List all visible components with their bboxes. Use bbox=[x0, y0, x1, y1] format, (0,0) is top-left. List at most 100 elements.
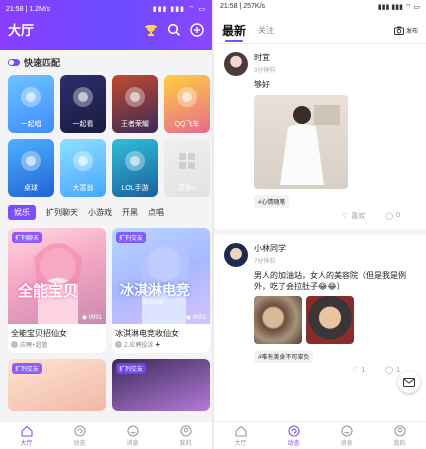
room-overlay-text: 全能宝贝 bbox=[18, 283, 79, 300]
nav-item[interactable]: 消息 bbox=[106, 422, 159, 449]
game-tile[interactable]: 一起看 bbox=[60, 75, 106, 133]
status-time: 21:58 bbox=[6, 6, 24, 13]
category-tab[interactable]: 点唱 bbox=[148, 207, 164, 218]
status-icons: ▮▮▮ ▮▮▮ ⌔ ▭ bbox=[377, 4, 420, 11]
bottom-nav: 大厅 动态 消息 我的 bbox=[0, 421, 212, 449]
status-speed: 1.2M/s bbox=[29, 6, 51, 13]
tab-latest[interactable]: 最新 bbox=[222, 22, 246, 42]
avatar[interactable] bbox=[224, 242, 248, 267]
game-label: QQ飞车 bbox=[174, 121, 200, 128]
add-icon[interactable] bbox=[189, 22, 205, 38]
post-author[interactable]: 小林同学 bbox=[254, 243, 286, 254]
nav-item[interactable]: 消息 bbox=[320, 422, 373, 449]
post-time: 7分钟前 bbox=[254, 258, 276, 265]
room-overlay-text: 冰淇淋电竞 bbox=[120, 282, 190, 298]
feed-post[interactable]: 小林同学 7分钟前 男人的加油站，女人的美容院（但是我是例外，吃了会拉肚子😂😂）… bbox=[214, 235, 426, 383]
post-image[interactable] bbox=[254, 296, 302, 345]
nav-item[interactable]: 大厅 bbox=[0, 422, 53, 449]
room-thumb: 扩列聊天 全能宝贝 ◉ 9991 bbox=[8, 228, 106, 324]
room-title: 冰淇淋电竞收仙女 bbox=[115, 329, 179, 338]
hall-header: 21:58 | 1.2M/s ▮▮▮ ▮▮▮ ⌔ ▭ 大厅 bbox=[0, 0, 212, 50]
game-label: 一起唱 bbox=[20, 121, 42, 128]
nav-label: 消息 bbox=[126, 440, 139, 447]
comment-button[interactable]: ◯ 1 bbox=[385, 366, 400, 375]
quick-match-header[interactable]: 快速匹配 bbox=[0, 50, 212, 73]
post-image[interactable] bbox=[306, 296, 354, 345]
search-icon[interactable] bbox=[166, 22, 182, 38]
trophy-icon[interactable] bbox=[143, 22, 159, 38]
nav-label: 大厅 bbox=[20, 440, 33, 447]
nav-label: 大厅 bbox=[234, 440, 247, 447]
avatar bbox=[115, 341, 122, 348]
nav-item[interactable]: 我的 bbox=[159, 422, 212, 449]
heart-icon: ♡ bbox=[341, 212, 349, 220]
game-tile[interactable]: 更多+ bbox=[164, 139, 210, 197]
room-card[interactable]: 扩列交友 bbox=[8, 359, 106, 411]
game-icon bbox=[164, 75, 210, 119]
view-count: ◉ 9991 bbox=[81, 315, 102, 321]
game-tile[interactable]: 桌球 bbox=[8, 139, 54, 197]
category-tab[interactable]: 开黑 bbox=[122, 207, 138, 218]
game-icon bbox=[164, 139, 210, 183]
bottom-nav: 大厅 动态 消息 我的 bbox=[214, 421, 426, 449]
room-badge: 扩列交友 bbox=[116, 232, 147, 243]
feed-post[interactable]: 时宜 3分钟前 够好 #心情随笔 ♡ 喜欢 ◯ 0 bbox=[214, 44, 426, 229]
message-button[interactable] bbox=[398, 371, 420, 393]
category-tab[interactable]: 小游戏 bbox=[88, 207, 112, 218]
feed-screen: 21:58 | 257K/s ▮▮▮ ▮▮▮ ⌔ ▭ 最新 关注 发布 时宜 3… bbox=[214, 0, 426, 449]
home-icon bbox=[20, 425, 33, 437]
category-tab[interactable]: 扩列聊天 bbox=[46, 207, 78, 218]
game-tile[interactable]: 王者荣耀 bbox=[112, 75, 158, 133]
comment-icon: ◯ bbox=[385, 367, 394, 375]
nav-item[interactable]: 大厅 bbox=[214, 422, 267, 449]
page-title: 大厅 bbox=[8, 23, 35, 38]
publish-button[interactable]: 发布 bbox=[393, 26, 418, 35]
status-icons: ▮▮▮ ▮▮▮ ⌔ ▭ bbox=[152, 6, 206, 13]
nav-label: 动态 bbox=[73, 440, 86, 447]
game-tile[interactable]: QQ飞车 bbox=[164, 75, 210, 133]
post-tag[interactable]: #唯有美食不可辜负 bbox=[254, 350, 314, 364]
add-icon[interactable]: + bbox=[155, 340, 160, 349]
message-icon bbox=[126, 424, 139, 437]
comment-button[interactable]: ◯ 0 bbox=[385, 212, 400, 220]
game-grid: 一起唱 一起看 王者荣耀 QQ飞车桌球 大富翁 LOL手游 更多+ bbox=[0, 73, 212, 197]
category-tabs: 娱乐 扩列聊天 小游戏 开黑 点唱 bbox=[0, 197, 212, 224]
room-badge: 扩列交友 bbox=[12, 363, 43, 374]
post-image[interactable] bbox=[254, 94, 348, 189]
nav-label: 动态 bbox=[287, 440, 300, 447]
game-label: 一起看 bbox=[72, 121, 94, 128]
game-label: 王者荣耀 bbox=[121, 121, 149, 128]
avatar[interactable] bbox=[224, 52, 248, 76]
nav-item[interactable]: 动态 bbox=[53, 422, 106, 449]
game-label: 桌球 bbox=[24, 185, 38, 192]
camera-icon bbox=[393, 26, 404, 35]
avatar bbox=[11, 341, 18, 348]
game-tile[interactable]: LOL手游 bbox=[112, 139, 158, 197]
profile-icon bbox=[393, 424, 406, 437]
game-icon bbox=[112, 75, 158, 119]
status-bar: 21:58 | 257K/s ▮▮▮ ▮▮▮ ⌔ ▭ bbox=[214, 0, 426, 16]
game-tile[interactable]: 一起唱 bbox=[8, 75, 54, 133]
nav-item[interactable]: 我的 bbox=[373, 422, 426, 449]
post-author[interactable]: 时宜 bbox=[254, 52, 275, 63]
room-badge: 扩列交友 bbox=[116, 363, 147, 374]
tab-follow[interactable]: 关注 bbox=[258, 25, 274, 36]
room-card[interactable]: 扩列交友 冰淇淋电竞 ID:5522 ◉ 9001 冰淇淋电竞收仙女 Z.应聘投… bbox=[112, 228, 210, 353]
game-icon bbox=[112, 139, 158, 183]
room-card[interactable]: 扩列聊天 全能宝贝 ◉ 9991 全能宝贝招仙女 应聘+超管 bbox=[8, 228, 106, 353]
post-time: 3分钟前 bbox=[254, 68, 276, 74]
game-label: 更多+ bbox=[177, 185, 197, 192]
heart-icon: ♡ bbox=[352, 367, 359, 375]
game-tile[interactable]: 大富翁 bbox=[60, 139, 106, 197]
like-button[interactable]: ♡ 喜欢 bbox=[342, 211, 365, 221]
game-icon bbox=[60, 139, 106, 183]
comment-icon: ◯ bbox=[385, 212, 394, 220]
room-badge: 扩列聊天 bbox=[12, 232, 43, 243]
post-tag[interactable]: #心情随笔 bbox=[254, 194, 290, 208]
nav-item[interactable]: 动态 bbox=[267, 422, 320, 449]
room-card[interactable]: 扩列交友 bbox=[112, 359, 210, 411]
category-tab[interactable]: 娱乐 bbox=[8, 205, 36, 220]
toggle-icon bbox=[8, 59, 20, 66]
like-button[interactable]: ♡ 1 bbox=[352, 366, 365, 375]
hall-screen: 21:58 | 1.2M/s ▮▮▮ ▮▮▮ ⌔ ▭ 大厅 快速匹配 一起唱 一… bbox=[0, 0, 212, 449]
